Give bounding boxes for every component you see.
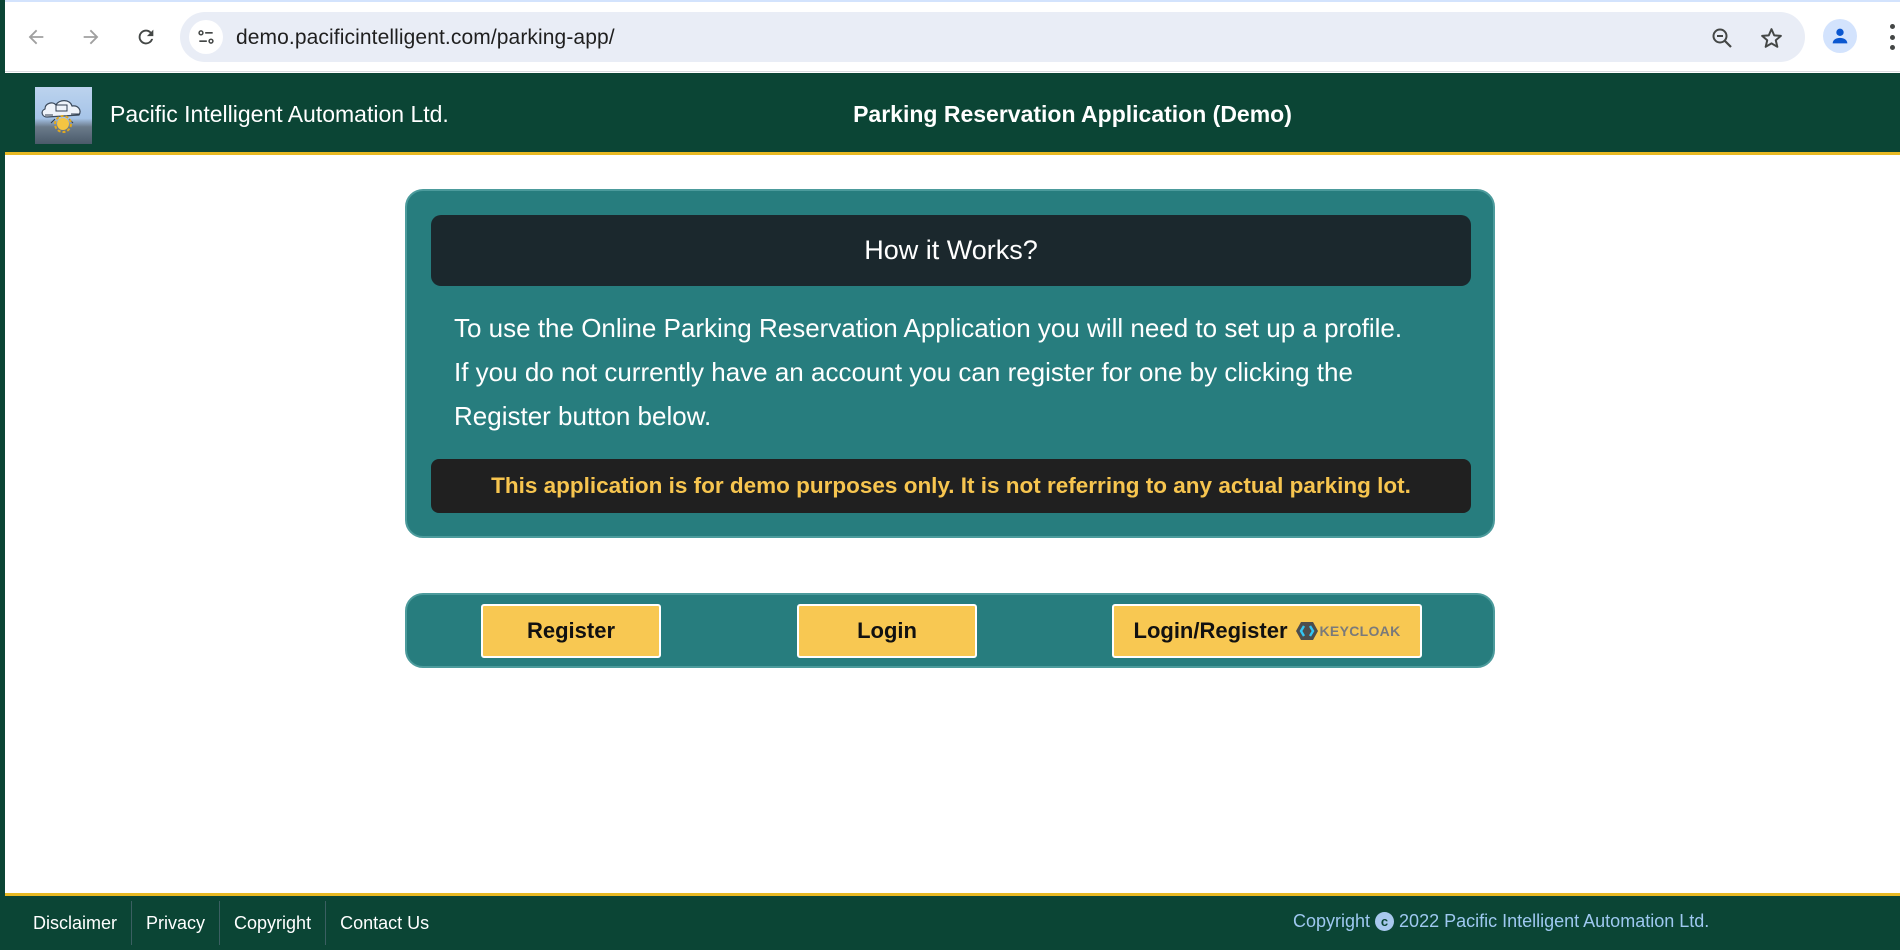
bookmark-star-icon [1760,27,1782,48]
back-arrow-icon [28,29,44,45]
copyright-text: 2022 Pacific Intelligent Automation Ltd. [1399,911,1710,931]
card-header: How it Works? [431,215,1471,286]
copyright-notice: Copyright c 2022 Pacific Intelligent Aut… [1293,911,1709,932]
app-header: Pacific Intelligent Automation Ltd. Park… [5,73,1900,155]
description-line: If you do not currently have an account … [454,357,1353,387]
more-menu-icon[interactable] [1885,24,1899,50]
zoom-button[interactable] [1708,24,1736,52]
reload-icon [138,29,154,45]
keycloak-login-register-button[interactable]: Login/Register KEYCLOAK [1112,604,1422,658]
description-line: Register button below. [454,401,712,431]
footer-links: Disclaimer Privacy Copyright Contact Us [19,896,443,950]
action-bar: Register Login Login/Register KEYCLOAK [405,593,1495,668]
forward-button[interactable] [73,19,109,55]
profile-button[interactable] [1823,19,1857,53]
browser-toolbar: demo.pacificintelligent.com/parking-app/ [5,2,1900,72]
zoom-out-icon [1712,28,1732,48]
demo-notice-text: This application is for demo purposes on… [491,473,1411,498]
url-text[interactable]: demo.pacificintelligent.com/parking-app/ [236,26,615,50]
footer-link-contact-us[interactable]: Contact Us [325,901,443,945]
description-line: To use the Online Parking Reservation Ap… [454,313,1403,343]
address-bar[interactable]: demo.pacificintelligent.com/parking-app/ [180,12,1805,62]
profile-icon [1832,28,1848,44]
card-heading: How it Works? [864,235,1038,265]
demo-notice-banner: This application is for demo purposes on… [431,459,1471,513]
footer-link-copyright[interactable]: Copyright [219,901,325,945]
copyright-symbol-icon: c [1375,912,1395,931]
footer-link-disclaimer[interactable]: Disclaimer [19,901,131,945]
register-button[interactable]: Register [481,604,661,658]
site-info-icon [198,30,214,44]
site-info-button[interactable] [189,20,223,54]
keycloak-icon [1295,622,1318,640]
keycloak-brand-text: KEYCLOAK [1319,623,1401,639]
reload-button[interactable] [128,19,164,55]
forward-arrow-icon [83,29,99,45]
footer-link-privacy[interactable]: Privacy [131,901,219,945]
back-button[interactable] [18,19,54,55]
how-it-works-card: How it Works? To use the Online Parking … [405,189,1495,538]
keycloak-logo: KEYCLOAK [1295,621,1401,641]
bookmark-button[interactable] [1757,24,1785,52]
keycloak-button-label: Login/Register [1133,618,1288,643]
app-title: Parking Reservation Application (Demo) [853,101,1292,127]
copyright-prefix: Copyright [1293,911,1371,931]
card-description: To use the Online Parking Reservation Ap… [454,306,1464,438]
page-footer: Disclaimer Privacy Copyright Contact Us … [5,893,1900,950]
login-button[interactable]: Login [797,604,977,658]
